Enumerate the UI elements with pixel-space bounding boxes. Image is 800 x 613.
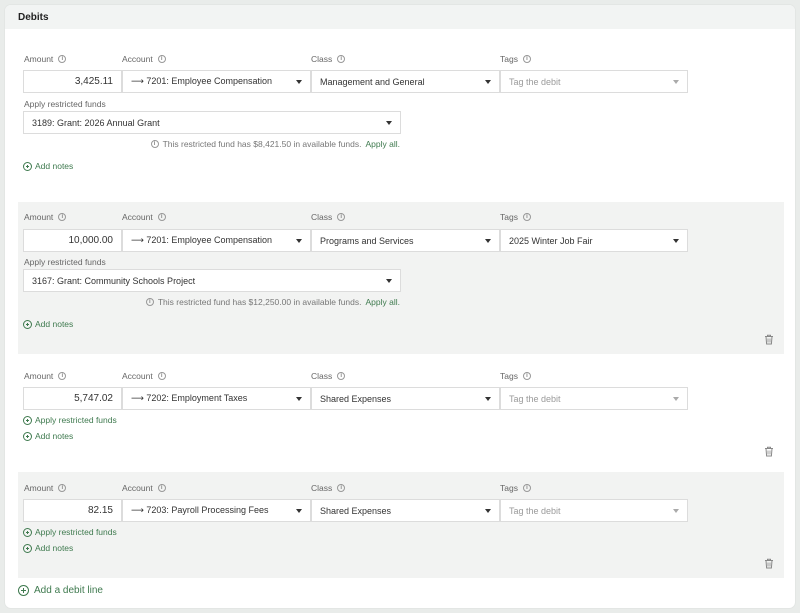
fund-hint: i This restricted fund has $12,250.00 in … — [145, 297, 401, 307]
caret-down-icon — [296, 508, 302, 513]
class-select[interactable]: Shared Expenses — [311, 387, 500, 410]
account-select[interactable]: ⟶ 7201: Employee Compensation — [122, 70, 311, 93]
caret-down-icon — [673, 79, 679, 84]
info-icon[interactable]: i — [522, 484, 531, 492]
account-select[interactable]: ⟶ 7202: Employment Taxes — [122, 387, 311, 410]
plus-circle-icon — [23, 543, 32, 553]
class-select[interactable]: Management and General — [311, 70, 500, 93]
info-icon[interactable]: i — [522, 213, 531, 221]
account-select[interactable]: ⟶ 7201: Employee Compensation — [122, 229, 311, 252]
class-label: Class i — [311, 54, 346, 64]
info-icon[interactable]: i — [337, 484, 346, 492]
tags-select[interactable]: Tag the debit — [500, 387, 688, 410]
caret-down-icon — [485, 79, 491, 84]
caret-down-icon — [673, 508, 679, 513]
plus-circle-icon — [23, 161, 32, 171]
amount-input[interactable]: 10,000.00 — [23, 229, 122, 252]
plus-circle-icon — [23, 319, 32, 329]
trash-icon[interactable] — [764, 334, 774, 345]
plus-circle-icon — [23, 527, 32, 537]
restricted-funds-label: Apply restricted funds — [24, 257, 106, 267]
tags-label: Tags i — [500, 212, 531, 222]
add-notes-link[interactable]: Add notes — [23, 161, 73, 171]
plus-circle-icon — [23, 415, 32, 425]
apply-restricted-funds-link[interactable]: Apply restricted funds — [23, 415, 117, 425]
tags-select[interactable]: Tag the debit — [500, 70, 688, 93]
info-icon[interactable]: i — [58, 484, 67, 492]
caret-down-icon — [485, 238, 491, 243]
account-label: Account i — [122, 371, 166, 381]
class-label: Class i — [311, 483, 346, 493]
class-select[interactable]: Shared Expenses — [311, 499, 500, 522]
info-icon[interactable]: i — [157, 55, 166, 63]
amount-label: Amount i — [24, 483, 67, 493]
add-notes-link[interactable]: Add notes — [23, 431, 73, 441]
tags-select[interactable]: 2025 Winter Job Fair — [500, 229, 688, 252]
amount-input[interactable]: 82.15 — [23, 499, 122, 522]
account-select[interactable]: ⟶ 7203: Payroll Processing Fees — [122, 499, 311, 522]
info-icon[interactable]: i — [522, 372, 531, 380]
info-icon[interactable]: i — [337, 372, 346, 380]
info-icon[interactable]: i — [58, 55, 67, 63]
apply-all-link[interactable]: Apply all. — [366, 139, 401, 149]
info-icon[interactable]: i — [58, 213, 67, 221]
caret-down-icon — [673, 238, 679, 243]
caret-down-icon — [386, 278, 392, 283]
plus-circle-icon — [18, 585, 29, 596]
apply-all-link[interactable]: Apply all. — [366, 297, 401, 307]
restricted-funds-label: Apply restricted funds — [24, 99, 106, 109]
tags-select[interactable]: Tag the debit — [500, 499, 688, 522]
trash-icon[interactable] — [764, 446, 774, 457]
account-label: Account i — [122, 483, 166, 493]
class-label: Class i — [311, 212, 346, 222]
info-icon[interactable]: i — [522, 55, 531, 63]
info-icon: i — [150, 140, 159, 148]
restricted-fund-select[interactable]: 3167: Grant: Community Schools Project — [23, 269, 401, 292]
tags-label: Tags i — [500, 54, 531, 64]
account-label: Account i — [122, 212, 166, 222]
info-icon[interactable]: i — [337, 213, 346, 221]
tags-label: Tags i — [500, 371, 531, 381]
caret-down-icon — [673, 396, 679, 401]
info-icon[interactable]: i — [157, 213, 166, 221]
caret-down-icon — [296, 396, 302, 401]
info-icon[interactable]: i — [58, 372, 67, 380]
fund-hint: i This restricted fund has $8,421.50 in a… — [150, 139, 401, 149]
info-icon: i — [145, 298, 154, 306]
panel-header — [5, 5, 795, 29]
add-notes-link[interactable]: Add notes — [23, 319, 73, 329]
caret-down-icon — [296, 238, 302, 243]
info-icon[interactable]: i — [157, 372, 166, 380]
panel-title: Debits — [18, 12, 49, 23]
amount-input[interactable]: 5,747.02 — [23, 387, 122, 410]
apply-restricted-funds-link[interactable]: Apply restricted funds — [23, 527, 117, 537]
caret-down-icon — [296, 79, 302, 84]
add-notes-link[interactable]: Add notes — [23, 543, 73, 553]
plus-circle-icon — [23, 431, 32, 441]
caret-down-icon — [485, 508, 491, 513]
amount-input[interactable]: 3,425.11 — [23, 70, 122, 93]
caret-down-icon — [386, 120, 392, 125]
account-label: Account i — [122, 54, 166, 64]
trash-icon[interactable] — [764, 558, 774, 569]
amount-label: Amount i — [24, 371, 67, 381]
info-icon[interactable]: i — [157, 484, 166, 492]
add-debit-line-button[interactable]: Add a debit line — [18, 585, 103, 596]
caret-down-icon — [485, 396, 491, 401]
amount-label: Amount i — [24, 54, 67, 64]
amount-label: Amount i — [24, 212, 67, 222]
class-select[interactable]: Programs and Services — [311, 229, 500, 252]
class-label: Class i — [311, 371, 346, 381]
restricted-fund-select[interactable]: 3189: Grant: 2026 Annual Grant — [23, 111, 401, 134]
info-icon[interactable]: i — [337, 55, 346, 63]
tags-label: Tags i — [500, 483, 531, 493]
